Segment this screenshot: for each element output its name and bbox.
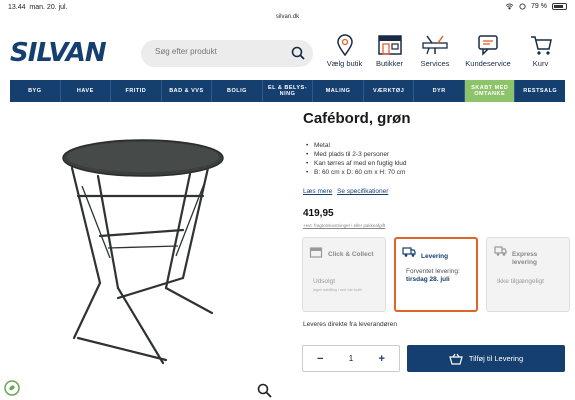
option-click-collect[interactable]: Click & Collect Udsolgt Ingen udstilling… (302, 237, 386, 312)
status-bar: 13.44 man. 20. jul. silvan.dk 79 % (0, 0, 575, 20)
feature-item: Metal (306, 141, 407, 150)
option-status: Forventet levering: tirsdag 28. juli (406, 268, 460, 283)
truck-icon (402, 247, 416, 257)
silvan-logo[interactable]: SILVAN (10, 38, 107, 68)
basket-icon (449, 353, 463, 365)
tools-icon (422, 35, 448, 55)
url-bar[interactable]: silvan.dk (0, 14, 575, 20)
shipping-note-link[interactable]: +evt. fragtomkostninger i eller pakkeafg… (303, 223, 385, 228)
battery-icon (552, 3, 567, 10)
option-note: Ingen udstilling i ned i din butik (313, 288, 362, 292)
option-title: Click & Collect (328, 251, 374, 258)
site-header: SILVAN Vælg butik Butikker Services Kund… (0, 28, 575, 78)
category-menu: BYG HAVE FRITID BAD & VVS BOLIG EL & BEL… (10, 80, 565, 102)
quantity-value[interactable]: 1 (349, 354, 353, 363)
option-title: Express levering (512, 251, 538, 266)
option-title: Levering (421, 253, 449, 260)
nav-services[interactable]: Services (412, 34, 458, 68)
option-express[interactable]: Express levering Ikke tilgængeligt (486, 237, 570, 312)
feature-item: Kan tørres af med en fugtig klud (306, 159, 406, 168)
alarm-icon (519, 3, 526, 10)
menu-item-el-belysning[interactable]: EL & BELYS-NING (263, 80, 314, 102)
wifi-icon (505, 3, 514, 10)
decrease-button[interactable]: − (317, 353, 323, 365)
search-icon[interactable] (291, 46, 305, 60)
search-box[interactable] (141, 40, 313, 67)
add-to-cart-button[interactable]: Tilføj til Levering (407, 345, 565, 372)
header-nav: Vælg butik Butikker Services Kundeservic… (322, 34, 563, 68)
menu-item-fritid[interactable]: FRITID (111, 80, 162, 102)
feature-list: Metal Med plads til 2-3 personer Kan tør… (306, 141, 407, 177)
menu-item-have[interactable]: HAVE (61, 80, 112, 102)
product-price: 419,95 (303, 208, 334, 219)
read-more-link[interactable]: Læs mere (303, 188, 332, 195)
menu-item-skabt-med-omtanke[interactable]: SKABT MED OMTANKE (464, 80, 516, 102)
menu-item-dyr[interactable]: DYR (414, 80, 465, 102)
product-title: Cafébord, grøn (303, 110, 411, 127)
search-input[interactable] (155, 47, 285, 56)
status-icons: 79 % (505, 3, 567, 10)
quantity-stepper: − 1 + (302, 345, 400, 372)
add-to-cart-label: Tilføj til Levering (468, 354, 524, 363)
product-image[interactable] (58, 138, 228, 373)
store-pickup-icon (309, 247, 323, 258)
direct-delivery-note: Leveres direkte fra leverandøren (303, 321, 397, 328)
nav-cart[interactable]: Kurv (518, 34, 563, 68)
option-status: Ikke tilgængeligt (497, 278, 544, 285)
feature-item: B: 60 cm x D: 60 cm x H: 70 cm (306, 168, 407, 177)
menu-item-maling[interactable]: MALING (313, 80, 364, 102)
nav-customer-service[interactable]: Kundeservice (458, 34, 518, 68)
menu-item-vaerktoj[interactable]: VÆRKTØJ (364, 80, 415, 102)
nav-choose-store[interactable]: Vælg butik (322, 34, 367, 68)
feature-item: Med plads til 2-3 personer (306, 150, 407, 159)
zoom-icon[interactable] (257, 383, 272, 398)
product-links: Læs mere Se specifikationer (303, 188, 391, 195)
eco-badge-icon[interactable] (4, 380, 20, 396)
express-truck-icon (494, 246, 507, 256)
option-status: Udsolgt (313, 278, 336, 285)
nav-stores[interactable]: Butikker (367, 34, 412, 68)
cart-icon (530, 36, 552, 55)
menu-item-restsalg[interactable]: RESTSALG (515, 80, 565, 102)
map-pin-icon (336, 34, 353, 56)
battery-percent: 79 % (531, 3, 547, 10)
menu-item-byg[interactable]: BYG (10, 80, 61, 102)
status-time: 13.44 man. 20. jul. (8, 4, 68, 11)
delivery-options: Click & Collect Udsolgt Ingen udstilling… (302, 237, 570, 312)
specs-link[interactable]: Se specifikationer (337, 188, 388, 195)
increase-button[interactable]: + (379, 353, 385, 365)
option-levering[interactable]: Levering Forventet levering: tirsdag 28.… (394, 237, 478, 312)
menu-item-bolig[interactable]: BOLIG (212, 80, 263, 102)
chat-icon (478, 35, 498, 56)
store-icon (377, 35, 402, 55)
menu-item-bad-vvs[interactable]: BAD & VVS (162, 80, 213, 102)
